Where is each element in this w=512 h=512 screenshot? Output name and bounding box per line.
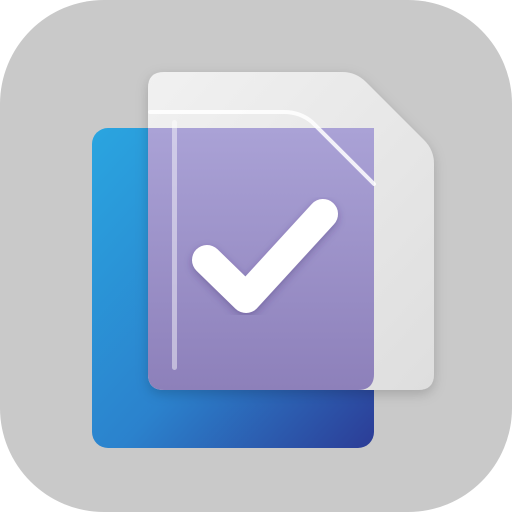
glass-reflection [172,120,177,370]
document-overlap-tint [148,128,374,390]
app-icon-tile[interactable] [0,0,512,512]
document-check-icon [92,72,434,448]
